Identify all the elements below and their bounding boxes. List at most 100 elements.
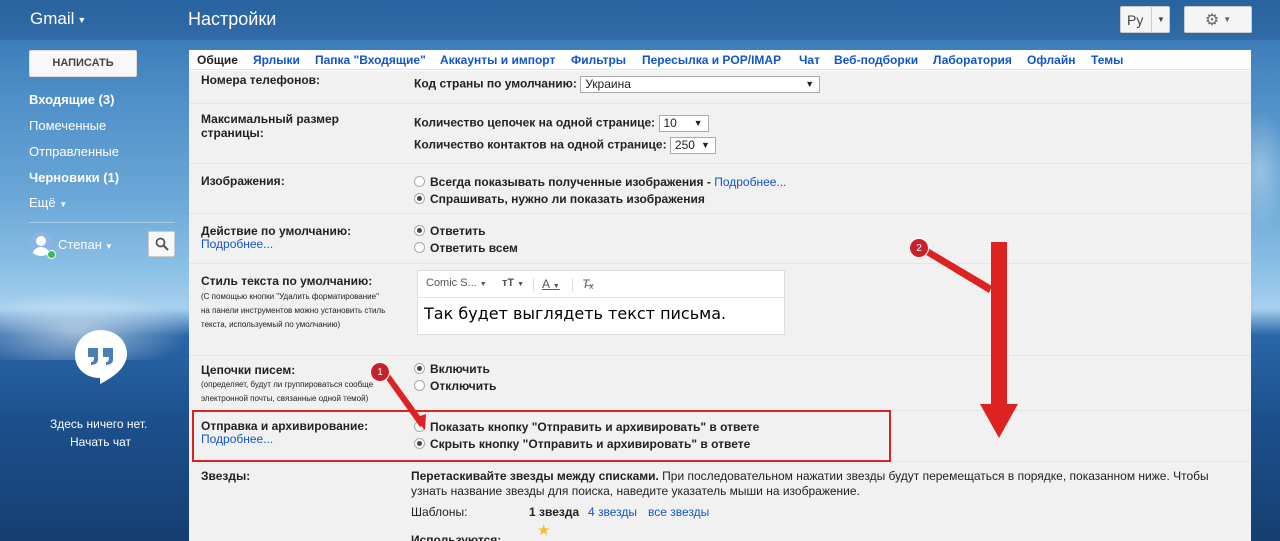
country-code-field: Код страны по умолчанию: Украина ▼ bbox=[414, 76, 821, 93]
settings-gear-button[interactable]: ⚙ ▼ bbox=[1184, 6, 1252, 33]
setting-send-archive: Отправка и архивирование: Подробнее... П… bbox=[189, 411, 1251, 462]
radio-button-selected[interactable] bbox=[414, 225, 425, 236]
hide-send-archive-option[interactable]: Скрыть кнопку "Отправить и архивировать"… bbox=[414, 437, 750, 451]
user-menu[interactable]: Степан ▼ bbox=[58, 237, 113, 252]
callout-badge: 1 bbox=[370, 362, 390, 382]
settings-panel: Общие Ярлыки Папка "Входящие" Аккаунты и… bbox=[189, 50, 1251, 541]
format-toolbar: Comic S... ▼ ᴛT ▼ A ▼ T̶ₓ bbox=[418, 271, 784, 298]
tab-offline[interactable]: Офлайн bbox=[1027, 53, 1075, 67]
setting-stars: Звезды: Перетаскивайте звезды между спис… bbox=[189, 462, 1251, 541]
threads-per-page-field: Количество цепочек на одной странице: 10… bbox=[414, 115, 709, 132]
caret-down-icon: ▼ bbox=[693, 118, 703, 128]
radio-button[interactable] bbox=[414, 380, 425, 391]
tab-general[interactable]: Общие bbox=[197, 53, 238, 67]
setting-description: текста, используемый по умолчанию) bbox=[201, 320, 341, 329]
learn-more-link[interactable]: Подробнее... bbox=[201, 237, 391, 251]
tab-inbox[interactable]: Папка "Входящие" bbox=[315, 53, 426, 67]
nav-sent[interactable]: Отправленные bbox=[29, 144, 119, 159]
setting-label: Действие по умолчанию: bbox=[201, 224, 352, 238]
preset-one-star[interactable]: 1 звезда bbox=[529, 505, 579, 519]
search-icon bbox=[155, 237, 169, 251]
caret-down-icon: ▼ bbox=[805, 79, 815, 89]
radio-button[interactable] bbox=[414, 242, 425, 253]
setting-label: Стиль текста по умолчанию: bbox=[201, 274, 373, 288]
setting-page-size: Максимальный размер страницы: Количество… bbox=[189, 104, 1251, 164]
setting-images: Изображения: Всегда показывать полученны… bbox=[189, 164, 1251, 214]
reply-option[interactable]: Ответить bbox=[414, 224, 485, 238]
learn-more-link[interactable]: Подробнее... bbox=[201, 432, 391, 446]
images-always-option[interactable]: Всегда показывать полученные изображения… bbox=[414, 175, 786, 189]
start-chat-link[interactable]: Начать чат bbox=[70, 435, 131, 449]
language-label: Ру bbox=[1127, 11, 1144, 28]
tab-web-clips[interactable]: Веб-подборки bbox=[834, 53, 918, 67]
tab-chat[interactable]: Чат bbox=[799, 53, 820, 67]
setting-description: (С помощью кнопки "Удалить форматировани… bbox=[201, 292, 379, 301]
caret-down-icon: ▼ bbox=[1157, 15, 1165, 24]
tab-themes[interactable]: Темы bbox=[1091, 53, 1123, 67]
setting-text-style: Стиль текста по умолчанию: (С помощью кн… bbox=[189, 264, 1251, 356]
search-people-button[interactable] bbox=[148, 231, 175, 257]
radio-button-selected[interactable] bbox=[414, 363, 425, 374]
remove-formatting-icon[interactable]: T̶ₓ bbox=[582, 277, 594, 291]
caret-down-icon: ▼ bbox=[479, 281, 487, 288]
nav-more[interactable]: Ещё ▼ bbox=[29, 195, 67, 210]
stars-templates-label: Шаблоны: bbox=[411, 505, 468, 519]
threads-on-option[interactable]: Включить bbox=[414, 362, 490, 376]
online-status-icon bbox=[47, 250, 56, 259]
compose-button[interactable]: НАПИСАТЬ bbox=[29, 50, 137, 77]
setting-label: Номера телефонов: bbox=[201, 73, 321, 87]
preset-all-stars[interactable]: все звезды bbox=[648, 505, 709, 519]
user-name: Степан bbox=[58, 237, 102, 252]
callout-badge: 2 bbox=[909, 238, 929, 258]
stars-in-use-label: Используются: bbox=[411, 533, 502, 541]
nav-starred[interactable]: Помеченные bbox=[29, 118, 106, 133]
country-select[interactable]: Украина ▼ bbox=[580, 76, 821, 93]
nav-inbox[interactable]: Входящие (3) bbox=[29, 92, 114, 107]
learn-more-link[interactable]: Подробнее... bbox=[714, 175, 786, 189]
threads-per-page-select[interactable]: 10 ▼ bbox=[658, 115, 709, 132]
nav-drafts[interactable]: Черновики (1) bbox=[29, 170, 119, 185]
tab-labs[interactable]: Лаборатория bbox=[933, 53, 1012, 67]
gmail-menu[interactable]: Gmail ▼ bbox=[30, 9, 86, 29]
contacts-per-page-select[interactable]: 250 ▼ bbox=[669, 137, 716, 154]
page-title: Настройки bbox=[188, 9, 277, 29]
star-icon[interactable]: ★ bbox=[537, 521, 550, 539]
setting-description: электронной почты, связанные одной темой… bbox=[201, 394, 369, 403]
tab-accounts[interactable]: Аккаунты и импорт bbox=[440, 53, 555, 67]
setting-phone: Номера телефонов: Код страны по умолчани… bbox=[189, 71, 1251, 104]
radio-button[interactable] bbox=[414, 176, 425, 187]
font-family-dropdown[interactable]: Comic S... ▼ bbox=[426, 277, 487, 289]
tab-filters[interactable]: Фильтры bbox=[571, 53, 626, 67]
setting-label: Цепочки писем: bbox=[201, 363, 296, 377]
stars-description: узнать название звезды для поиска, навед… bbox=[411, 484, 860, 498]
hangouts-icon bbox=[75, 330, 127, 384]
radio-button[interactable] bbox=[414, 421, 425, 432]
text-style-editor[interactable]: Comic S... ▼ ᴛT ▼ A ▼ T̶ₓ Так будет выгл… bbox=[417, 270, 785, 335]
tab-forwarding[interactable]: Пересылка и POP/IMAP bbox=[642, 53, 781, 67]
setting-default-action: Действие по умолчанию: Подробнее... Отве… bbox=[189, 214, 1251, 264]
setting-description: (определяет, будут ли группироваться соо… bbox=[201, 380, 374, 389]
gear-icon: ⚙ bbox=[1204, 11, 1220, 29]
radio-button-selected[interactable] bbox=[414, 438, 425, 449]
font-size-icon[interactable]: ᴛT ▼ bbox=[502, 277, 524, 289]
caret-down-icon: ▼ bbox=[104, 242, 113, 251]
setting-label: страницы: bbox=[201, 126, 264, 140]
preset-four-stars[interactable]: 4 звезды bbox=[588, 505, 637, 519]
show-send-archive-option[interactable]: Показать кнопку "Отправить и архивироват… bbox=[414, 420, 759, 434]
setting-label: Максимальный размер bbox=[201, 112, 340, 126]
chat-empty-text: Здесь ничего нет. bbox=[50, 417, 148, 431]
caret-down-icon: ▼ bbox=[1223, 15, 1232, 24]
field-label: Код страны по умолчанию: bbox=[414, 76, 577, 91]
caret-down-icon: ▼ bbox=[701, 140, 710, 150]
threads-off-option[interactable]: Отключить bbox=[414, 379, 496, 393]
images-ask-option[interactable]: Спрашивать, нужно ли показать изображени… bbox=[414, 192, 705, 206]
reply-all-option[interactable]: Ответить всем bbox=[414, 241, 518, 255]
stars-description: Перетаскивайте звезды между списками. Пр… bbox=[411, 469, 1209, 483]
setting-label: Звезды: bbox=[201, 469, 251, 483]
input-tools-button[interactable]: Ру ▼ bbox=[1120, 6, 1170, 33]
tab-labels[interactable]: Ярлыки bbox=[253, 53, 300, 67]
setting-label: Изображения: bbox=[201, 174, 285, 188]
settings-general: Номера телефонов: Код страны по умолчани… bbox=[189, 71, 1251, 541]
text-color-icon[interactable]: A ▼ bbox=[542, 277, 560, 291]
radio-button-selected[interactable] bbox=[414, 193, 425, 204]
